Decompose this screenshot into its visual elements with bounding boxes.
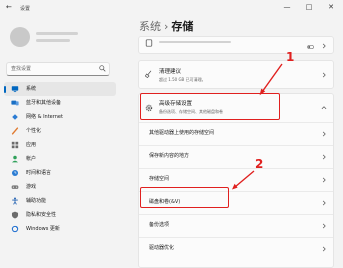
annotation-arrow-1 xyxy=(261,63,283,93)
annotation-number-2: 2 xyxy=(255,157,264,171)
annotation-number-1: 1 xyxy=(286,50,295,64)
annotation-arrow-2 xyxy=(234,170,255,188)
annotation-arrows xyxy=(232,63,283,190)
